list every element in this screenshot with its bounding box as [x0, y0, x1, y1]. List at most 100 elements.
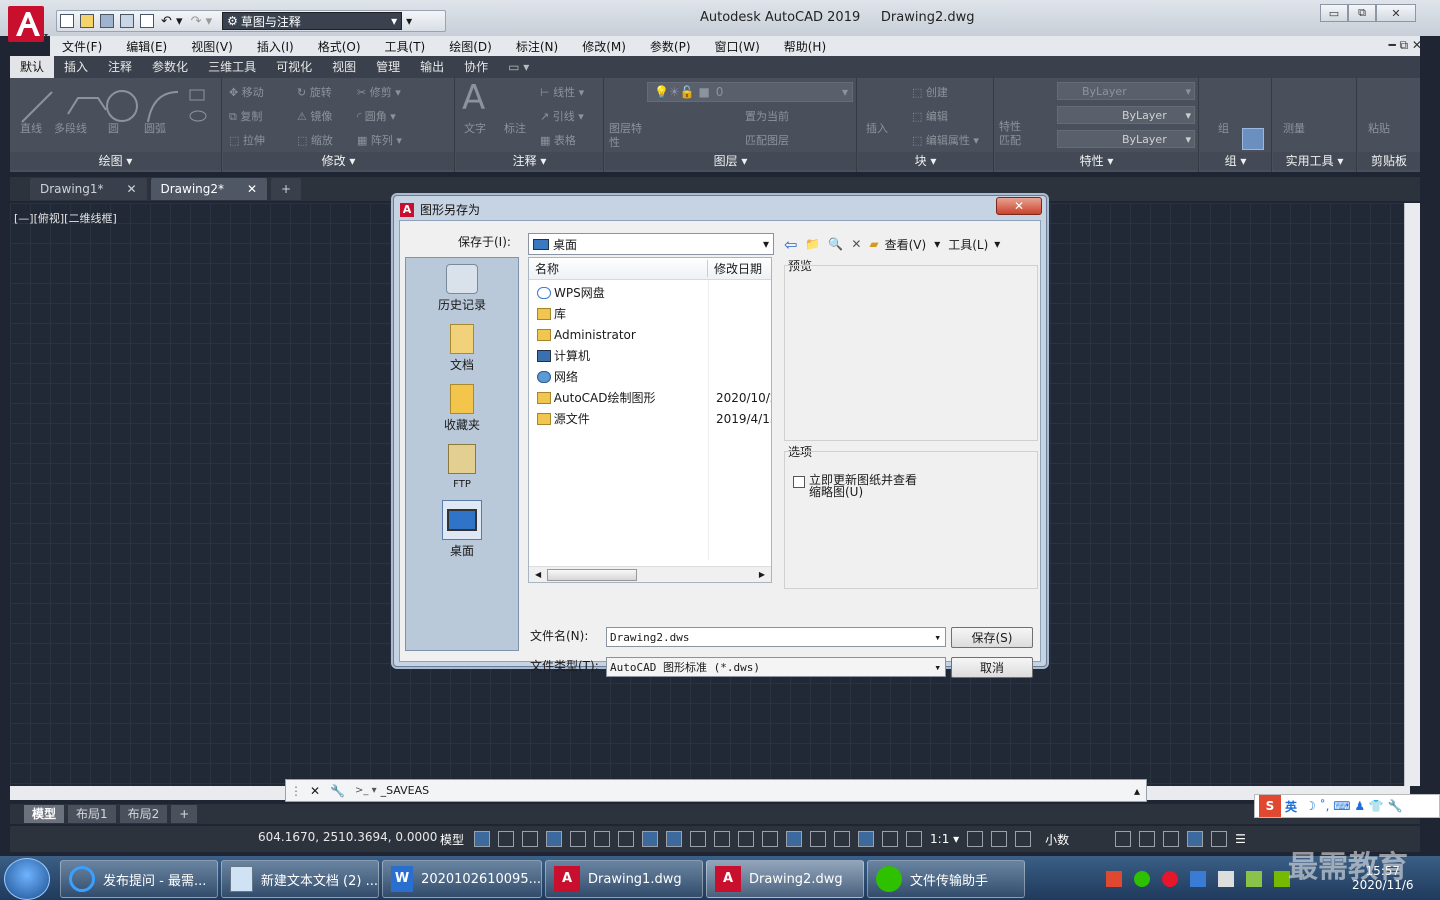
file-row[interactable]: 计算机: [529, 345, 771, 366]
clean-screen-icon[interactable]: [1211, 831, 1228, 847]
tab-insert[interactable]: 插入: [54, 56, 98, 78]
tab-output[interactable]: 输出: [410, 56, 454, 78]
column-modified[interactable]: 修改日期: [707, 260, 762, 277]
taskbar-item-drawing1[interactable]: A Drawing1.dwg: [545, 860, 703, 898]
lineweight-dropdown[interactable]: ByLayer ▾: [1057, 130, 1195, 148]
tab-view[interactable]: 视图: [322, 56, 366, 78]
selection-cycling-icon[interactable]: [738, 831, 755, 847]
viewport-controls[interactable]: [—][俯视][二维线框]: [14, 210, 117, 226]
lock-ui-icon[interactable]: [1139, 831, 1156, 847]
gear-icon[interactable]: [967, 831, 984, 847]
taskbar-item-notepad[interactable]: 新建文本文档 (2) ...: [221, 860, 379, 898]
polyline-tool[interactable]: 多段线: [54, 120, 87, 136]
menu-draw[interactable]: 绘图(D): [437, 38, 504, 55]
line-tool[interactable]: 直线: [20, 120, 42, 136]
match-properties-tool[interactable]: 特性匹配: [999, 120, 1029, 148]
place-desktop[interactable]: 桌面: [406, 542, 518, 559]
move-tool[interactable]: ✥ 移动: [229, 84, 264, 100]
file-row[interactable]: Administrator: [529, 324, 771, 345]
ribbon-display-toggle[interactable]: ▭ ▾: [498, 56, 539, 78]
panel-clipboard-title[interactable]: 剪贴板: [1358, 152, 1420, 170]
tab-default[interactable]: 默认: [10, 56, 55, 78]
new-folder-icon[interactable]: ▰: [869, 237, 878, 251]
tab-annotate[interactable]: 注释: [98, 56, 142, 78]
command-history-icon[interactable]: ▴: [1134, 784, 1140, 798]
color-dropdown[interactable]: ByLayer ▾: [1057, 82, 1195, 100]
close-icon[interactable]: ✕: [247, 182, 257, 196]
search-web-icon[interactable]: 🔍: [828, 237, 843, 251]
tab-model[interactable]: 模型: [24, 805, 65, 823]
menu-modify[interactable]: 修改(M): [570, 38, 638, 55]
stretch-tool[interactable]: ⬚ 拉伸: [229, 132, 265, 148]
lineweight-icon[interactable]: [690, 831, 707, 847]
edit-block-tool[interactable]: ⬚ 编辑: [912, 108, 948, 124]
restore-button[interactable]: ⧉: [1348, 4, 1376, 22]
group-tool[interactable]: 组: [1218, 120, 1229, 136]
panel-block-title[interactable]: 块 ▾: [858, 152, 993, 170]
customization-menu-icon[interactable]: ☰: [1235, 832, 1246, 846]
wrench-icon[interactable]: 🔧: [330, 784, 345, 798]
annotation-scale-dropdown[interactable]: 1:1 ▾: [930, 832, 959, 846]
panel-annotation-title[interactable]: 注释 ▾: [456, 152, 603, 170]
tab-layout2[interactable]: 布局2: [119, 805, 168, 823]
view-menu[interactable]: 查看(V): [885, 236, 927, 253]
workspace-dropdown[interactable]: ⚙ 草图与注释 ▾: [222, 12, 403, 30]
table-tool[interactable]: ▦ 表格: [540, 132, 576, 148]
close-button[interactable]: ✕: [1376, 4, 1416, 22]
infer-icon[interactable]: [522, 831, 539, 847]
create-block-tool[interactable]: ⬚ 创建: [912, 84, 948, 100]
transparency-icon[interactable]: [714, 831, 731, 847]
app-menu-button[interactable]: [8, 6, 50, 46]
file-row[interactable]: WPS网盘: [529, 282, 771, 303]
osnap-icon[interactable]: [666, 831, 683, 847]
cancel-button[interactable]: 取消: [951, 657, 1033, 678]
vertical-scrollbar[interactable]: [1404, 203, 1420, 786]
close-icon[interactable]: ✕: [310, 784, 320, 798]
hardware-acceleration-icon[interactable]: [1187, 831, 1204, 847]
tab-visualize[interactable]: 可视化: [266, 56, 322, 78]
back-icon[interactable]: ⇦: [784, 235, 797, 254]
linetype-dropdown[interactable]: ByLayer ▾: [1057, 106, 1195, 124]
scroll-thumb[interactable]: [547, 568, 638, 581]
new-tab-button[interactable]: +: [271, 178, 302, 200]
minimize-button[interactable]: ▭: [1320, 4, 1348, 22]
ime-language-toggle[interactable]: 英: [1285, 798, 1297, 815]
ime-tools-icon[interactable]: ☽ ˚, ⌨ ♟ 👕 🔧: [1305, 799, 1403, 813]
up-folder-icon[interactable]: 📁: [805, 237, 820, 251]
isolate-objects-icon[interactable]: [1163, 831, 1180, 847]
taskbar-item-browser[interactable]: 发布提问 - 最需...: [60, 860, 218, 898]
array-tool[interactable]: ▦ 阵列 ▾: [357, 132, 402, 148]
mirror-tool[interactable]: ⚠ 镜像: [297, 108, 332, 124]
close-icon[interactable]: ✕: [126, 182, 136, 196]
file-list-hscrollbar[interactable]: ◀ ▶: [529, 566, 771, 582]
tab-parametric[interactable]: 参数化: [142, 56, 198, 78]
copy-tool[interactable]: ⧉ 复制: [229, 108, 262, 124]
tab-layout1[interactable]: 布局1: [68, 805, 116, 823]
dialog-close-button[interactable]: ✕: [996, 197, 1042, 215]
match-layer-tool[interactable]: 匹配图层: [745, 132, 789, 148]
panel-layers-title[interactable]: 图层 ▾: [605, 152, 856, 170]
panel-draw-title[interactable]: 绘图 ▾: [10, 152, 221, 170]
menu-dimension[interactable]: 标注(N): [504, 38, 570, 55]
plus-icon[interactable]: [991, 831, 1008, 847]
place-documents[interactable]: 文档: [406, 324, 518, 373]
menu-help[interactable]: 帮助(H): [772, 38, 838, 55]
sogou-tray-icon[interactable]: [1106, 871, 1122, 887]
file-row[interactable]: 网络: [529, 366, 771, 387]
new-icon[interactable]: [60, 14, 74, 28]
linear-tool[interactable]: ⊢ 线性 ▾: [540, 84, 584, 100]
scroll-left-icon[interactable]: ◀: [535, 570, 541, 579]
polar-icon[interactable]: [594, 831, 611, 847]
network-tray-icon[interactable]: [1218, 871, 1234, 887]
rotate-tool[interactable]: ↻ 旋转: [297, 84, 332, 100]
tab-collaborate[interactable]: 协作: [454, 56, 498, 78]
security-tray-icon[interactable]: [1190, 871, 1206, 887]
dynamic-input-icon[interactable]: [546, 831, 563, 847]
customize-qat-icon[interactable]: ▾: [406, 14, 412, 28]
file-list[interactable]: 名称 修改日期 WPS网盘 库 Administrator 计算机 网络 Aut…: [528, 257, 772, 583]
volume-tray-icon[interactable]: [1246, 871, 1262, 887]
arc-tool[interactable]: 圆弧: [144, 120, 166, 136]
open-icon[interactable]: [80, 14, 94, 28]
make-current-tool[interactable]: 置为当前: [745, 108, 789, 124]
osnap-tracking-icon[interactable]: [642, 831, 659, 847]
